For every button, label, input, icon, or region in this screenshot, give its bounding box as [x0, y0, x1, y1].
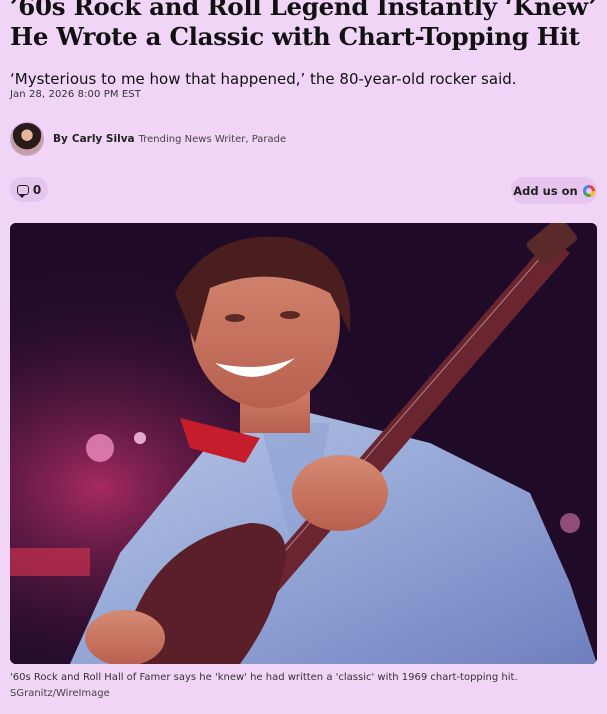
- byline: By Carly Silva Trending News Writer, Par…: [10, 121, 286, 157]
- image-credit: SGranitz/WireImage: [10, 688, 110, 699]
- article-headline: ’60s Rock and Roll Legend Instantly ‘Kne…: [10, 0, 597, 51]
- publish-date: Jan 28, 2026 8:00 PM EST: [10, 89, 141, 100]
- add-us-on-google-button[interactable]: Add us on: [511, 177, 597, 204]
- article-hero-image[interactable]: [10, 223, 597, 664]
- image-caption: '60s Rock and Roll Hall of Famer says he…: [10, 672, 518, 683]
- comments-button[interactable]: 0: [10, 177, 48, 202]
- comment-bubble-icon: [16, 184, 29, 198]
- google-g-icon: [582, 184, 595, 197]
- article-dek: ‘Mysterious to me how that happened,’ th…: [10, 70, 517, 88]
- byline-text: By Carly Silva Trending News Writer, Par…: [53, 133, 286, 145]
- add-us-on-label: Add us on: [513, 183, 578, 198]
- author-avatar[interactable]: [10, 122, 44, 156]
- comment-count: 0: [32, 182, 42, 197]
- byline-prefix: By: [53, 133, 68, 145]
- author-name-link[interactable]: Carly Silva: [72, 133, 135, 145]
- guitarist-photo-illustration: [10, 223, 597, 664]
- author-title: Trending News Writer, Parade: [138, 134, 287, 145]
